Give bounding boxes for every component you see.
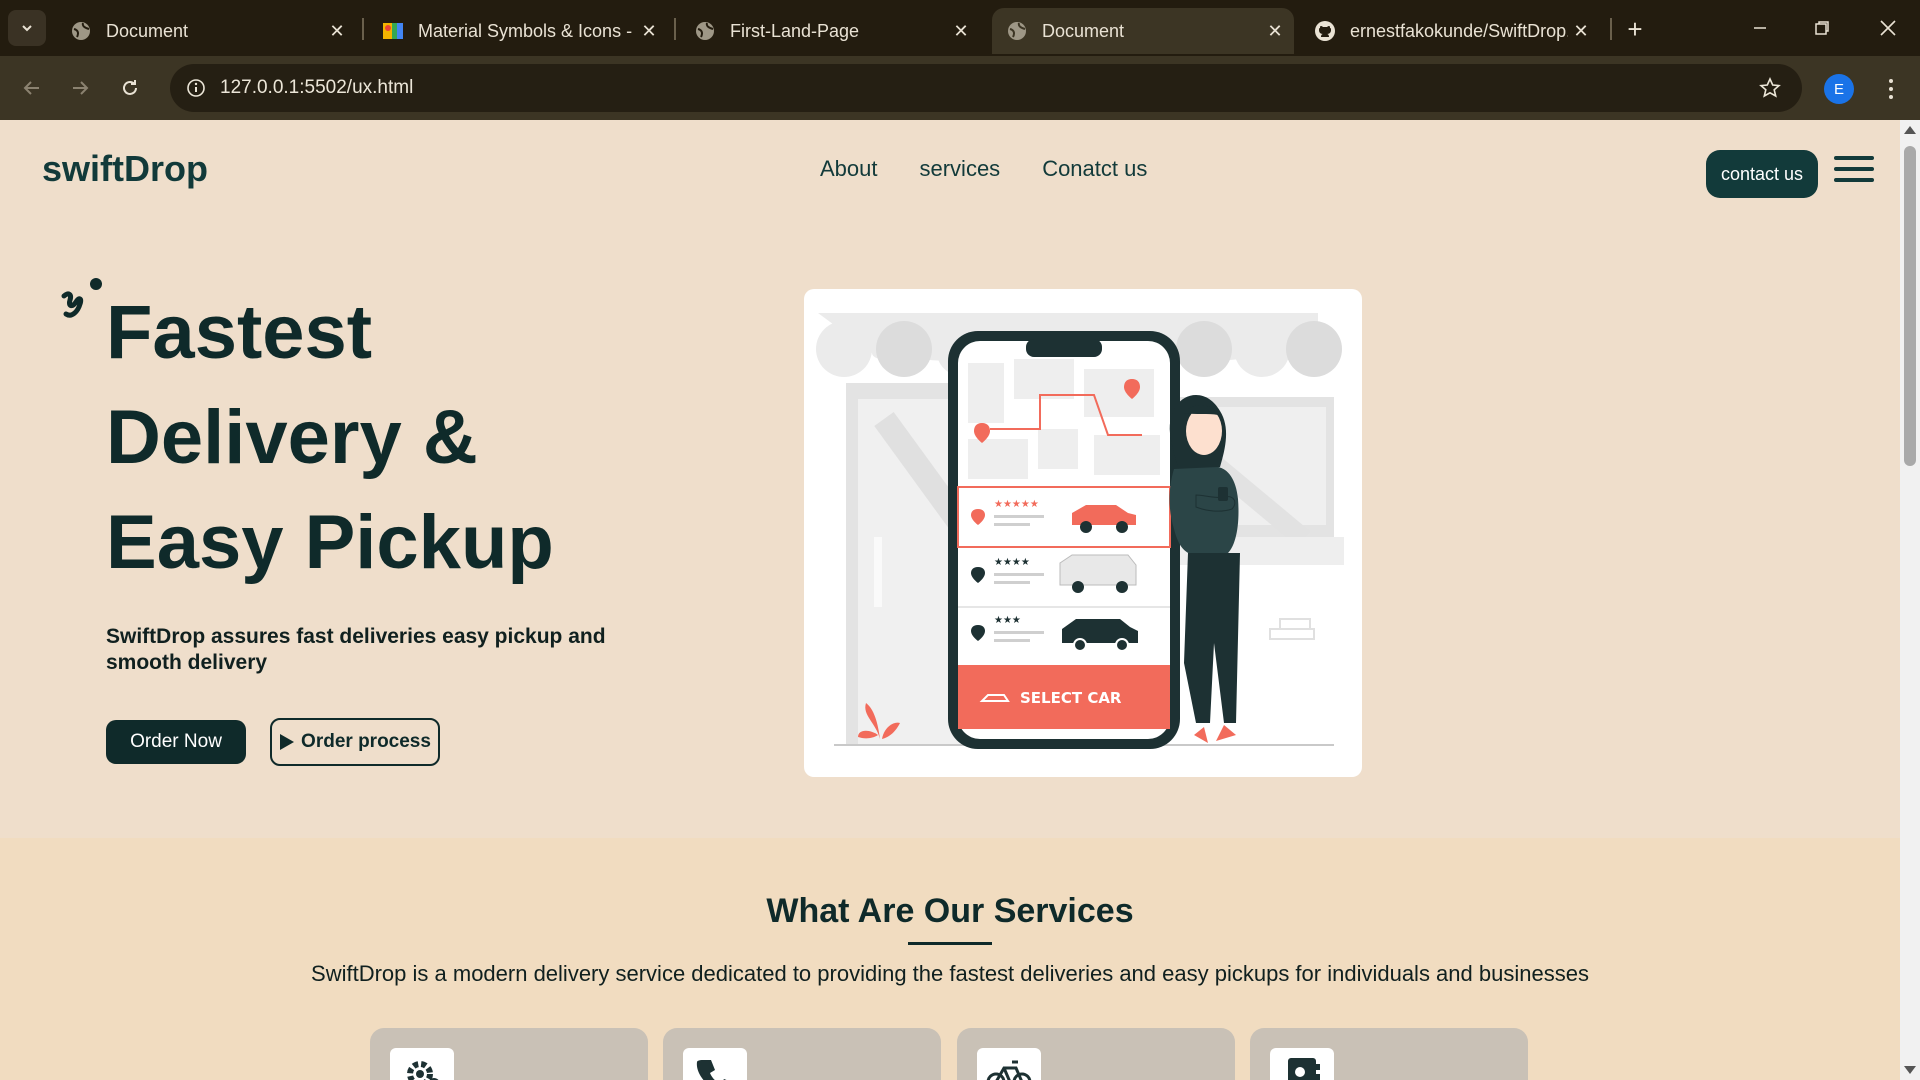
bookmark-star-icon[interactable] — [1756, 74, 1784, 102]
tab-divider — [674, 18, 676, 40]
hero-illustration: ★★★★★ ★★★★ ★★★ SELECT CAR — [804, 289, 1362, 777]
hero-title: Fastest Delivery & Easy Pickup — [106, 280, 554, 595]
minimize-icon — [1754, 27, 1766, 29]
scrollbar-thumb[interactable] — [1904, 146, 1916, 466]
order-process-label: Order process — [301, 731, 431, 752]
svg-text:★★★: ★★★ — [994, 615, 1021, 626]
hero-title-line: Fastest — [106, 290, 373, 375]
hero-subtitle: SwiftDrop assures fast deliveries easy p… — [106, 625, 606, 674]
chevron-down-icon — [22, 25, 32, 32]
contact-us-button[interactable]: contact us — [1706, 150, 1818, 198]
profile-avatar[interactable]: E — [1824, 74, 1854, 104]
github-icon — [1314, 20, 1336, 42]
page-viewport: swiftDrop About services Conatct us cont… — [0, 120, 1900, 1080]
tab-document-active[interactable]: Document ✕ — [992, 8, 1294, 54]
browser-menu-button[interactable] — [1876, 72, 1906, 106]
globe-icon — [70, 20, 92, 42]
contact-card-icon — [1270, 1048, 1334, 1080]
restore-icon — [1815, 21, 1829, 35]
tab-search-button[interactable] — [8, 10, 46, 46]
hero-section: swiftDrop About services Conatct us cont… — [0, 120, 1900, 838]
service-card[interactable] — [1250, 1028, 1528, 1080]
tab-title: First-Land-Page — [730, 20, 860, 41]
new-tab-button[interactable]: + — [1620, 14, 1650, 44]
site-logo[interactable]: swiftDrop — [42, 148, 208, 190]
arrow-right-icon — [73, 81, 89, 95]
scroll-up-arrow-icon[interactable] — [1904, 126, 1916, 134]
tab-material-symbols[interactable]: Material Symbols & Icons - G ✕ — [368, 8, 668, 54]
tab-github-swiftdrop[interactable]: ernestfakokunde/SwiftDrop. ✕ — [1300, 8, 1600, 54]
close-icon[interactable]: ✕ — [1262, 18, 1288, 44]
tab-divider — [362, 18, 364, 40]
service-card[interactable] — [663, 1028, 941, 1080]
address-bar[interactable]: 127.0.0.1:5502/ux.html — [170, 64, 1802, 112]
tab-title: ernestfakokunde/SwiftDrop. — [1350, 20, 1568, 41]
globe-icon — [694, 20, 716, 42]
url-text[interactable]: 127.0.0.1:5502/ux.html — [220, 77, 413, 99]
nav-link-services[interactable]: services — [920, 156, 1001, 182]
close-icon[interactable]: ✕ — [324, 18, 350, 44]
reload-icon — [123, 80, 137, 95]
play-icon — [280, 734, 295, 750]
title-underline — [908, 942, 992, 945]
scroll-down-arrow-icon[interactable] — [1904, 1066, 1916, 1074]
nav-link-contact[interactable]: Conatct us — [1042, 156, 1147, 182]
hero-title-line: Easy Pickup — [106, 500, 554, 585]
tab-first-land-page[interactable]: First-Land-Page ✕ — [680, 8, 980, 54]
hamburger-menu-icon[interactable] — [1834, 156, 1874, 182]
close-icon[interactable]: ✕ — [636, 18, 662, 44]
tab-divider — [1610, 18, 1612, 40]
main-nav: About services Conatct us — [820, 156, 1147, 182]
services-section: What Are Our Services — [0, 838, 1900, 1080]
tab-title: Document — [106, 20, 189, 41]
minimize-button[interactable] — [1740, 8, 1780, 48]
svg-text:★★★★★: ★★★★★ — [994, 499, 1039, 510]
order-now-button[interactable]: Order Now — [106, 720, 246, 764]
settings-icon — [390, 1048, 454, 1080]
close-window-button[interactable] — [1868, 8, 1908, 48]
globe-icon — [1006, 20, 1028, 42]
bicycle-icon — [977, 1048, 1041, 1080]
nav-link-about[interactable]: About — [820, 156, 878, 182]
google-fonts-icon — [382, 20, 404, 42]
browser-tab-strip: Document ✕ Material Symbols & Icons - G … — [0, 0, 1920, 56]
tab-document-1[interactable]: Document ✕ — [56, 8, 356, 54]
order-process-button[interactable]: Order process — [270, 718, 440, 766]
tab-title: Material Symbols & Icons - G — [418, 20, 636, 41]
service-card[interactable] — [370, 1028, 648, 1080]
restore-button[interactable] — [1802, 8, 1842, 48]
delivery-app-illustration: ★★★★★ ★★★★ ★★★ SELECT CAR — [816, 313, 1344, 749]
services-title: What Are Our Services — [766, 892, 1134, 930]
page-scrollbar[interactable] — [1900, 120, 1920, 1080]
svg-text:★★★★: ★★★★ — [994, 557, 1030, 568]
back-button[interactable] — [12, 68, 52, 108]
service-card[interactable] — [957, 1028, 1235, 1080]
sparkle-squiggle-icon — [61, 278, 102, 318]
close-icon[interactable]: ✕ — [948, 18, 974, 44]
tab-title: Document — [1042, 20, 1125, 41]
select-car-label: SELECT CAR — [1020, 689, 1122, 707]
close-icon — [1880, 20, 1896, 36]
site-info-icon[interactable] — [182, 74, 210, 102]
browser-toolbar: 127.0.0.1:5502/ux.html E — [0, 56, 1920, 120]
hero-title-line: Delivery & — [106, 395, 478, 480]
reload-button[interactable] — [110, 68, 150, 108]
phone-icon — [683, 1048, 747, 1080]
forward-button[interactable] — [60, 68, 100, 108]
services-description: SwiftDrop is a modern delivery service d… — [311, 961, 1589, 986]
close-icon[interactable]: ✕ — [1568, 18, 1594, 44]
arrow-left-icon — [23, 81, 39, 95]
